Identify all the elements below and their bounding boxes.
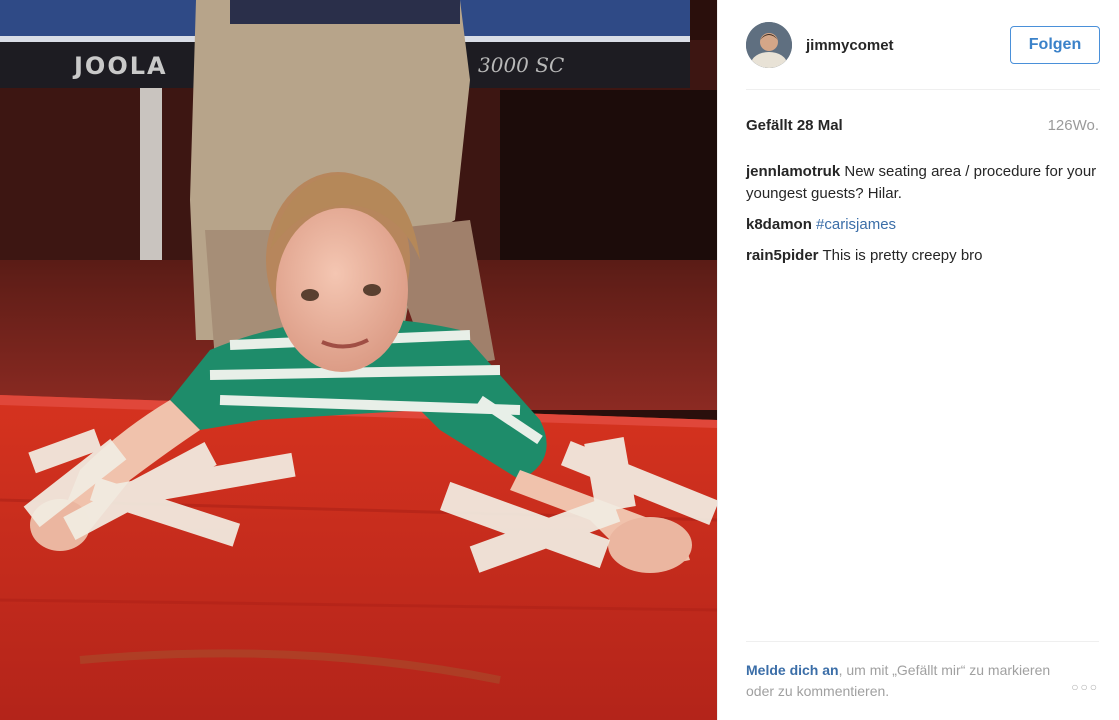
post-timestamp[interactable]: 126Wo. [1048,117,1099,134]
login-link[interactable]: Melde dich an [746,662,839,678]
post-photo[interactable]: JOOLA 3000 SC [0,0,717,720]
post-sidebar: jimmycomet Folgen Gefällt 28 Mal 126Wo. … [717,0,1119,720]
post-meta: Gefällt 28 Mal 126Wo. [746,117,1099,134]
table-brand-text: JOOLA [72,52,168,80]
post-footer: Melde dich an, um mit „Gefällt mir“ zu m… [746,641,1099,702]
comment-item: k8damon #carisjames [746,214,1099,236]
table-model-text: 3000 SC [478,53,564,77]
avatar-image [746,22,792,68]
comment-username[interactable]: rain5pider [746,247,819,264]
comment-hashtag-link[interactable]: #carisjames [816,216,896,233]
more-options-icon[interactable]: ○○○ [1071,680,1099,694]
comment-text: This is pretty creepy bro [822,247,983,264]
comment-item: jennlamotruk New seating area / procedur… [746,161,1099,205]
likes-count[interactable]: Gefällt 28 Mal [746,117,843,134]
comment-username[interactable]: jennlamotruk [746,163,840,180]
username[interactable]: jimmycomet [806,37,1010,54]
comment-list: jennlamotruk New seating area / procedur… [746,161,1099,276]
instagram-post: JOOLA 3000 SC jimmycomet Folgen Gefällt … [0,0,1119,720]
post-header: jimmycomet Folgen [718,0,1119,90]
follow-button[interactable]: Folgen [1010,26,1100,64]
comment-item: rain5pider This is pretty creepy bro [746,245,1099,267]
comment-username[interactable]: k8damon [746,216,812,233]
login-prompt: Melde dich an, um mit „Gefällt mir“ zu m… [746,660,1066,702]
photo-illustration: JOOLA 3000 SC [0,0,717,720]
avatar[interactable] [746,22,792,68]
